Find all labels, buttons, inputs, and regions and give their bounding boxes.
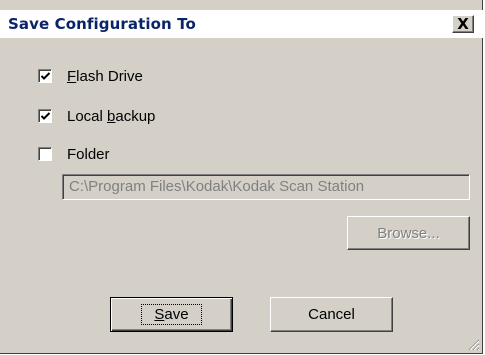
local-backup-option[interactable]: Local backup: [38, 105, 155, 127]
close-button[interactable]: X: [452, 15, 474, 33]
save-label: Save: [141, 304, 202, 325]
flash-drive-label: Flash Drive: [67, 67, 143, 85]
resize-grip-icon[interactable]: [466, 337, 480, 351]
folder-path-field: C:\Program Files\Kodak\Kodak Scan Statio…: [62, 174, 470, 200]
title-bar: Save Configuration To X: [0, 10, 483, 38]
folder-label: Folder: [67, 145, 110, 163]
save-configuration-dialog: Save Configuration To X Flash Drive Loca…: [0, 0, 483, 354]
local-backup-checkbox[interactable]: [38, 109, 52, 123]
local-backup-label: Local backup: [67, 107, 156, 125]
flash-drive-option[interactable]: Flash Drive: [38, 65, 143, 87]
close-icon: X: [457, 15, 469, 33]
save-button[interactable]: Save: [110, 297, 233, 332]
checkmark-icon: [40, 112, 51, 120]
flash-drive-checkbox[interactable]: [38, 69, 52, 83]
browse-button: Browse...: [347, 216, 470, 250]
checkmark-icon: [40, 72, 51, 80]
folder-option[interactable]: Folder: [38, 143, 110, 165]
folder-checkbox[interactable]: [38, 147, 52, 161]
dialog-title: Save Configuration To: [8, 15, 196, 33]
dialog-content: Flash Drive Local backup Folder C:\Progr…: [0, 38, 483, 354]
cancel-button[interactable]: Cancel: [270, 297, 393, 332]
